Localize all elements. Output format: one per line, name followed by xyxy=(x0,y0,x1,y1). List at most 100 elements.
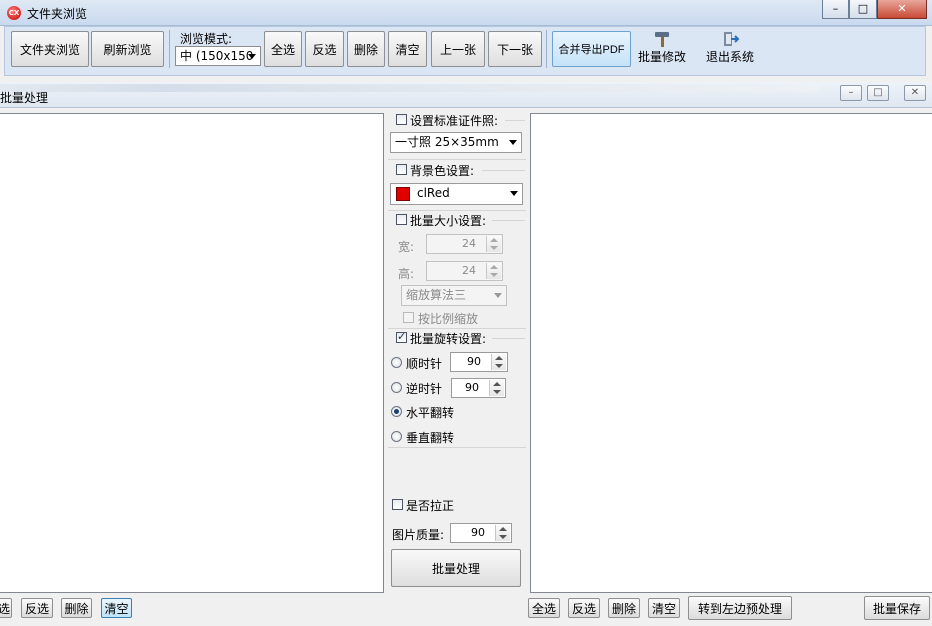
batch-modify-label: 批量修改 xyxy=(637,50,686,64)
counter-clockwise-angle-spinner[interactable]: 90 xyxy=(451,378,506,398)
right-image-panel[interactable] xyxy=(530,113,932,593)
horizontal-flip-label: 水平翻转 xyxy=(406,406,455,420)
window-title-bar xyxy=(0,0,932,26)
width-value: 24 xyxy=(462,237,476,250)
batch-process-button[interactable]: 批量处理 xyxy=(391,549,521,587)
batch-resize-label: 批量大小设置: xyxy=(410,214,487,228)
merge-export-pdf-button[interactable]: 合并导出PDF xyxy=(552,31,631,67)
group-rule xyxy=(388,210,526,211)
next-image-button[interactable]: 下一张 xyxy=(488,31,542,67)
horizontal-flip-radio[interactable] xyxy=(391,406,402,417)
group-rule xyxy=(388,447,526,448)
counter-clockwise-radio[interactable] xyxy=(391,382,402,393)
height-spinner[interactable]: 24 xyxy=(426,261,503,281)
width-label: 宽: xyxy=(398,240,415,254)
spin-arrows-icon xyxy=(489,380,504,396)
sub-minimize-button[interactable]: – xyxy=(840,85,862,101)
batch-resize-checkbox[interactable] xyxy=(396,214,407,225)
select-all-button[interactable]: 全选 xyxy=(264,31,302,67)
batch-modify-button[interactable]: 批量修改 xyxy=(634,30,690,70)
right-delete-button[interactable]: 删除 xyxy=(608,598,640,618)
sub-maximize-button[interactable]: □ xyxy=(867,85,889,101)
browse-mode-value: 中 (150x150 xyxy=(180,49,254,63)
right-clear-button[interactable]: 清空 xyxy=(648,598,680,618)
spin-arrows-icon xyxy=(486,236,501,252)
batch-save-button[interactable]: 批量保存 xyxy=(864,596,930,620)
exit-system-label: 退出系统 xyxy=(705,50,754,64)
image-quality-spinner[interactable]: 90 xyxy=(450,523,512,543)
straighten-checkbox[interactable] xyxy=(392,499,403,510)
keep-ratio-label: 按比例缩放 xyxy=(418,312,479,326)
left-image-panel[interactable] xyxy=(0,113,384,593)
exit-system-button[interactable]: 退出系统 xyxy=(700,30,760,70)
delete-button[interactable]: 删除 xyxy=(347,31,385,67)
vertical-flip-radio[interactable] xyxy=(391,431,402,442)
spin-arrows-icon xyxy=(486,263,501,279)
left-select-all-button[interactable]: 选 xyxy=(0,598,12,618)
group-rule xyxy=(492,220,525,221)
background-color-checkbox[interactable] xyxy=(396,164,407,175)
width-spinner[interactable]: 24 xyxy=(426,234,503,254)
chevron-down-icon xyxy=(509,140,517,145)
standard-photo-value: 一寸照 25×35mm xyxy=(395,135,499,149)
clear-button[interactable]: 清空 xyxy=(388,31,427,67)
background-color-value: clRed xyxy=(417,186,450,200)
scale-algorithm-value: 缩放算法三 xyxy=(406,288,467,302)
refresh-browse-button[interactable]: 刷新浏览 xyxy=(91,31,164,67)
browse-mode-select[interactable]: 中 (150x150 xyxy=(175,46,261,66)
chevron-down-icon xyxy=(510,191,518,196)
group-rule xyxy=(492,338,525,339)
counter-clockwise-angle-value: 90 xyxy=(465,381,479,394)
app-logo-icon: CX xyxy=(7,6,21,20)
right-select-all-button[interactable]: 全选 xyxy=(528,598,560,618)
clockwise-angle-spinner[interactable]: 90 xyxy=(450,352,508,372)
scale-algorithm-select[interactable]: 缩放算法三 xyxy=(401,285,507,306)
move-to-left-button[interactable]: 转到左边预处理 xyxy=(688,596,792,620)
toolbar-separator xyxy=(169,30,170,68)
maximize-button[interactable]: □ xyxy=(849,0,877,19)
close-button[interactable]: ✕ xyxy=(877,0,927,19)
group-rule xyxy=(388,159,526,160)
standard-photo-checkbox[interactable] xyxy=(396,114,407,125)
minimize-button[interactable]: – xyxy=(822,0,849,19)
invert-selection-button[interactable]: 反选 xyxy=(305,31,344,67)
background-color-select[interactable]: clRed xyxy=(390,183,523,205)
hammer-icon xyxy=(655,32,669,47)
height-value: 24 xyxy=(462,264,476,277)
image-quality-value: 90 xyxy=(471,526,485,539)
group-rule xyxy=(482,170,525,171)
straighten-label: 是否拉正 xyxy=(406,499,455,513)
left-delete-button[interactable]: 删除 xyxy=(61,598,92,618)
group-rule xyxy=(388,328,526,329)
bottom-bar xyxy=(0,594,932,626)
standard-photo-label: 设置标准证件照: xyxy=(410,114,499,128)
clockwise-label: 顺时针 xyxy=(406,357,443,371)
path-strip xyxy=(0,84,820,92)
spin-arrows-icon xyxy=(491,354,506,370)
prev-image-button[interactable]: 上一张 xyxy=(431,31,485,67)
exit-door-icon xyxy=(724,32,740,46)
chevron-down-icon xyxy=(494,293,502,298)
left-invert-button[interactable]: 反选 xyxy=(21,598,53,618)
browse-mode-label: 浏览模式: xyxy=(180,32,233,46)
batch-rotate-label: 批量旋转设置: xyxy=(410,332,487,346)
vertical-flip-label: 垂直翻转 xyxy=(406,431,455,445)
folder-browse-button[interactable]: 文件夹浏览 xyxy=(11,31,89,67)
clockwise-radio[interactable] xyxy=(391,357,402,368)
standard-photo-select[interactable]: 一寸照 25×35mm xyxy=(390,132,522,153)
red-swatch-icon xyxy=(396,187,410,201)
counter-clockwise-label: 逆时针 xyxy=(406,382,443,396)
chevron-down-icon xyxy=(248,54,256,59)
sub-close-button[interactable]: ✕ xyxy=(904,85,926,101)
height-label: 高: xyxy=(398,267,415,281)
clockwise-angle-value: 90 xyxy=(467,355,481,368)
window-title: 文件夹浏览 xyxy=(27,7,88,21)
keep-ratio-checkbox[interactable] xyxy=(403,312,414,323)
right-invert-button[interactable]: 反选 xyxy=(568,598,600,618)
batch-rotate-checkbox[interactable] xyxy=(396,330,407,343)
image-quality-label: 图片质量: xyxy=(392,528,445,542)
group-rule xyxy=(505,120,525,121)
toolbar-separator xyxy=(546,30,547,68)
batch-window-title: 批量处理 xyxy=(0,91,49,105)
left-clear-button[interactable]: 清空 xyxy=(101,598,132,618)
